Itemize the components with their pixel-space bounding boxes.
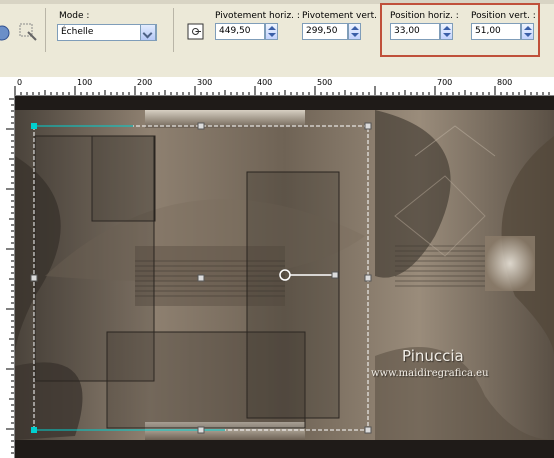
canvas-artwork xyxy=(15,96,554,458)
ruler-tick-label: 700 xyxy=(437,78,453,87)
ruler-tick-label: 0 xyxy=(17,78,23,87)
position-vertical-spinner[interactable] xyxy=(521,23,534,40)
ruler-left-ticks xyxy=(6,98,14,454)
position-horizontal-spinner[interactable] xyxy=(440,23,453,40)
watermark-name: Pinuccia xyxy=(402,347,464,365)
mode-dropdown-button[interactable] xyxy=(140,24,156,41)
edge-handle[interactable] xyxy=(197,122,205,130)
preset-icon[interactable] xyxy=(0,24,10,42)
ruler-tick-label: 800 xyxy=(497,78,513,87)
pivot-icon[interactable] xyxy=(186,22,208,42)
pivot-horizontal-label: Pivotement horiz. : xyxy=(215,11,300,21)
ruler-tick-label: 200 xyxy=(137,78,153,87)
pivot-vertical-input[interactable]: 299,50 xyxy=(302,23,348,40)
ruler-tick-label: 500 xyxy=(317,78,333,87)
center-handle[interactable] xyxy=(197,274,205,282)
ruler-tick-label: 100 xyxy=(77,78,93,87)
edge-handle[interactable] xyxy=(364,274,372,282)
ruler-tick-label: 400 xyxy=(257,78,273,87)
ruler-top: 0 100 200 300 400 500 700 800 xyxy=(0,77,554,96)
toolbar-separator xyxy=(173,8,174,52)
position-vertical-label: Position vert. : xyxy=(471,11,536,21)
corner-handle[interactable] xyxy=(31,123,37,129)
position-horizontal-label: Position horiz. : xyxy=(390,11,459,21)
pivot-horizontal-input[interactable]: 449,50 xyxy=(215,23,265,40)
position-vertical-input[interactable]: 51,00 xyxy=(471,23,521,40)
toolbar-separator xyxy=(45,8,46,52)
pivot-vertical-spinner[interactable] xyxy=(348,23,361,40)
tool-options-toolbar: Mode : Échelle Pivotement horiz. : 449,5… xyxy=(0,0,554,77)
corner-handle[interactable] xyxy=(364,122,372,130)
corner-handle[interactable] xyxy=(31,427,37,433)
watermark-url: www.maidiregrafica.eu xyxy=(371,368,489,379)
mode-label: Mode : xyxy=(59,11,90,21)
ruler-left xyxy=(0,95,15,458)
position-horizontal-input[interactable]: 33,00 xyxy=(390,23,440,40)
reset-icon[interactable] xyxy=(18,22,40,42)
edge-handle[interactable] xyxy=(197,426,205,434)
edge-handle[interactable] xyxy=(30,274,38,282)
corner-handle[interactable] xyxy=(364,426,372,434)
pivot-horizontal-spinner[interactable] xyxy=(265,23,278,40)
image-canvas[interactable]: Pinuccia www.maidiregrafica.eu xyxy=(15,96,554,458)
ruler-tick-label: 300 xyxy=(197,78,213,87)
pivot-vertical-label: Pivotement vert. : xyxy=(302,11,383,21)
